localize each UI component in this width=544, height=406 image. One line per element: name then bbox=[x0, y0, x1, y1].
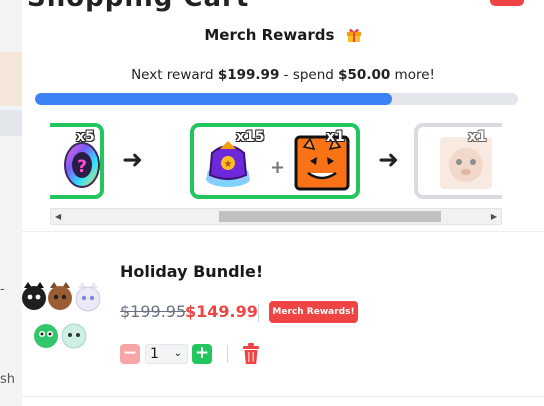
rewards-carousel[interactable]: ? x5 ➜ ★ x15 + x1 ➜ x1 bbox=[50, 118, 502, 208]
plus-icon: + bbox=[270, 157, 286, 178]
merch-rewards-title: Merch Rewards bbox=[204, 26, 335, 44]
background-text-fragment: sh bbox=[0, 372, 16, 387]
merch-rewards-heading: Merch Rewards bbox=[22, 26, 544, 44]
mint-pet-icon bbox=[61, 323, 87, 349]
spend-amount: $50.00 bbox=[338, 67, 391, 83]
background-band bbox=[0, 52, 22, 106]
spend-label: - spend bbox=[279, 67, 339, 83]
reward-slot[interactable]: ★ x15 + x1 bbox=[190, 123, 360, 199]
bundle-name: Holiday Bundle! bbox=[120, 262, 264, 281]
next-reward-text: Next reward $199.99 - spend $50.00 more! bbox=[22, 67, 544, 83]
reward-progress-fill bbox=[35, 93, 393, 105]
arrow-right-icon: ➜ bbox=[122, 145, 143, 174]
gift-icon bbox=[346, 27, 362, 42]
carousel-scrollbar[interactable]: ◀ ▶ bbox=[50, 208, 502, 225]
decrease-quantity-button[interactable]: − bbox=[120, 344, 140, 364]
background-band bbox=[0, 110, 22, 136]
reward-quantity: x5 bbox=[76, 129, 95, 145]
sale-price: $149.99 bbox=[185, 302, 258, 321]
cart-title: Shopping Cart bbox=[27, 0, 249, 13]
quantity-select[interactable]: 1 ⌄ bbox=[145, 344, 188, 364]
increase-quantity-button[interactable]: + bbox=[192, 344, 212, 364]
brown-pet-icon bbox=[48, 282, 72, 310]
close-button[interactable] bbox=[490, 0, 524, 6]
bundle-pets-image bbox=[22, 282, 108, 354]
divider bbox=[22, 396, 544, 397]
svg-text:?: ? bbox=[77, 157, 87, 177]
black-cat-pet-icon bbox=[22, 282, 46, 310]
reward-quantity: x1 bbox=[326, 129, 345, 145]
arrow-right-icon: ➜ bbox=[378, 145, 399, 174]
svg-text:★: ★ bbox=[224, 159, 233, 170]
background-text-fragment: - bbox=[0, 282, 5, 297]
scrollbar-thumb[interactable] bbox=[219, 211, 441, 222]
white-cat-pet-icon bbox=[75, 282, 101, 312]
trash-icon[interactable] bbox=[242, 343, 260, 365]
chevron-down-icon: ⌄ bbox=[173, 348, 182, 359]
green-pet-icon bbox=[34, 324, 58, 348]
action-separator bbox=[227, 345, 228, 363]
next-reward-label: Next reward bbox=[131, 67, 218, 83]
scroll-right-icon[interactable]: ▶ bbox=[491, 212, 497, 221]
reward-progress-bar bbox=[35, 93, 518, 105]
reward-quantity: x15 bbox=[236, 129, 265, 145]
reward-slot-locked[interactable]: x1 bbox=[414, 123, 502, 199]
reward-slot[interactable]: ? x5 bbox=[50, 123, 104, 199]
background-page: - sh bbox=[0, 0, 22, 406]
original-price: $199.95 bbox=[120, 302, 187, 321]
merch-rewards-badge: Merch Rewards! bbox=[269, 301, 358, 323]
next-reward-amount: $199.99 bbox=[217, 67, 280, 83]
cart-panel: Shopping Cart Merch Rewards Next reward … bbox=[22, 0, 544, 406]
spend-suffix: more! bbox=[390, 67, 435, 83]
reward-quantity: x1 bbox=[468, 129, 487, 145]
quantity-value: 1 bbox=[150, 346, 159, 362]
price-separator bbox=[258, 304, 259, 322]
divider bbox=[22, 231, 544, 232]
scroll-left-icon[interactable]: ◀ bbox=[55, 212, 61, 221]
